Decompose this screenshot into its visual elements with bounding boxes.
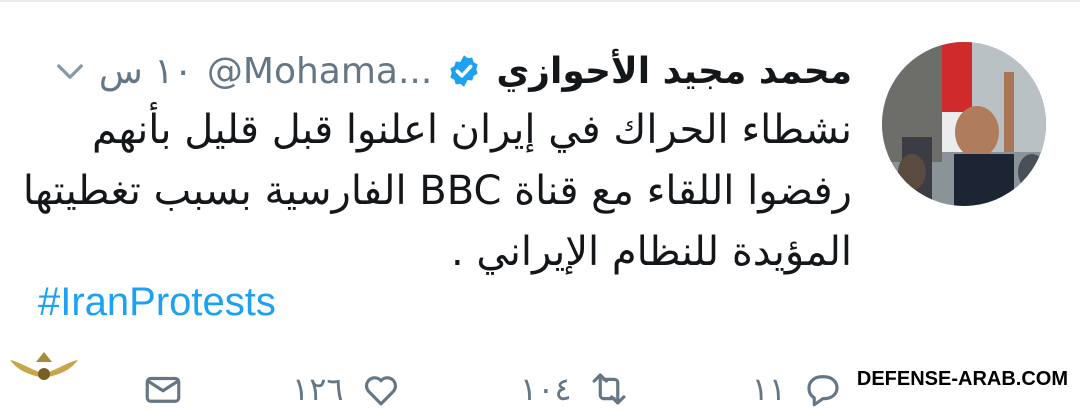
avatar-photo <box>882 42 1046 206</box>
tweet-text-line: رفضوا اللقاء مع قناة BBC الفارسية بسبب ت… <box>22 168 852 214</box>
tweet-text: نشطاء الحراك في إيران اعلنوا قبل قليل بأ… <box>22 100 852 283</box>
like-count: ١٢٦ <box>292 370 344 408</box>
tweet-header: محمد مجيد الأحوازي @Mohama... ١٠ س <box>55 46 852 96</box>
tweet-time[interactable]: ١٠ س <box>99 51 193 92</box>
retweet-button[interactable]: ١٠٤ <box>520 368 630 410</box>
retweet-count: ١٠٤ <box>520 370 572 408</box>
author-handle[interactable]: @Mohama... <box>207 51 432 92</box>
reply-count: ١١ <box>751 370 786 408</box>
hashtag-link[interactable]: #IranProtests <box>38 280 276 325</box>
like-icon <box>364 376 397 406</box>
avatar[interactable] <box>882 42 1046 206</box>
retweet-icon <box>592 373 626 405</box>
share-icon <box>145 376 181 403</box>
reply-icon <box>807 375 839 407</box>
reply-button[interactable]: ١١ <box>752 368 844 410</box>
author-name[interactable]: محمد مجيد الأحوازي <box>496 51 852 92</box>
defense-forum-logo <box>10 352 78 380</box>
top-divider <box>0 0 1080 2</box>
share-button[interactable] <box>142 368 184 410</box>
chevron-down-icon[interactable] <box>55 56 85 86</box>
watermark-site: DEFENSE-ARAB.COM <box>856 368 1068 390</box>
tweet-text-line: المؤيدة للنظام الإيراني . <box>450 229 852 275</box>
like-button[interactable]: ١٢٦ <box>292 368 402 410</box>
tweet-text-line: نشطاء الحراك في إيران اعلنوا قبل قليل بأ… <box>92 107 852 153</box>
verified-badge-icon <box>450 55 478 87</box>
